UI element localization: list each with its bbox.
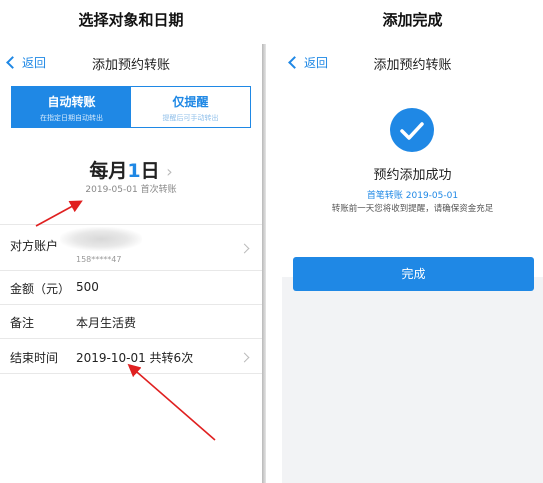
success-title: 预约添加成功	[373, 168, 452, 183]
annotation-arrows	[35, 200, 216, 441]
nav-bar: 返回 添加预约转账	[282, 44, 543, 84]
done-button[interactable]: 完成	[293, 257, 534, 291]
first-transfer-info: 首笔转账 2019-05-01	[366, 191, 459, 201]
reminder-note: 转账前一天您将收到提醒，请确保资金充足	[331, 204, 494, 214]
page-title: 添加预约转账	[373, 58, 452, 73]
success-card: 预约添加成功 首笔转账 2019-05-01 转账前一天您将收到提醒，请确保资金…	[282, 84, 543, 277]
screen-divider	[262, 44, 266, 483]
arrow-to-end-time	[127, 363, 216, 441]
left-screen: 返回 添加预约转账 自动转账 在指定日期自动转出 仅提醒 提醒后可手动转出 每月…	[0, 44, 262, 483]
arrow-to-date	[35, 200, 83, 227]
left-caption: 选择对象和日期	[78, 11, 184, 29]
right-caption: 添加完成	[382, 11, 443, 29]
right-screen: 返回 添加预约转账 预约添加成功 首笔转账 2019-05-01 转账前一天您将…	[282, 44, 543, 483]
check-icon	[390, 108, 434, 152]
